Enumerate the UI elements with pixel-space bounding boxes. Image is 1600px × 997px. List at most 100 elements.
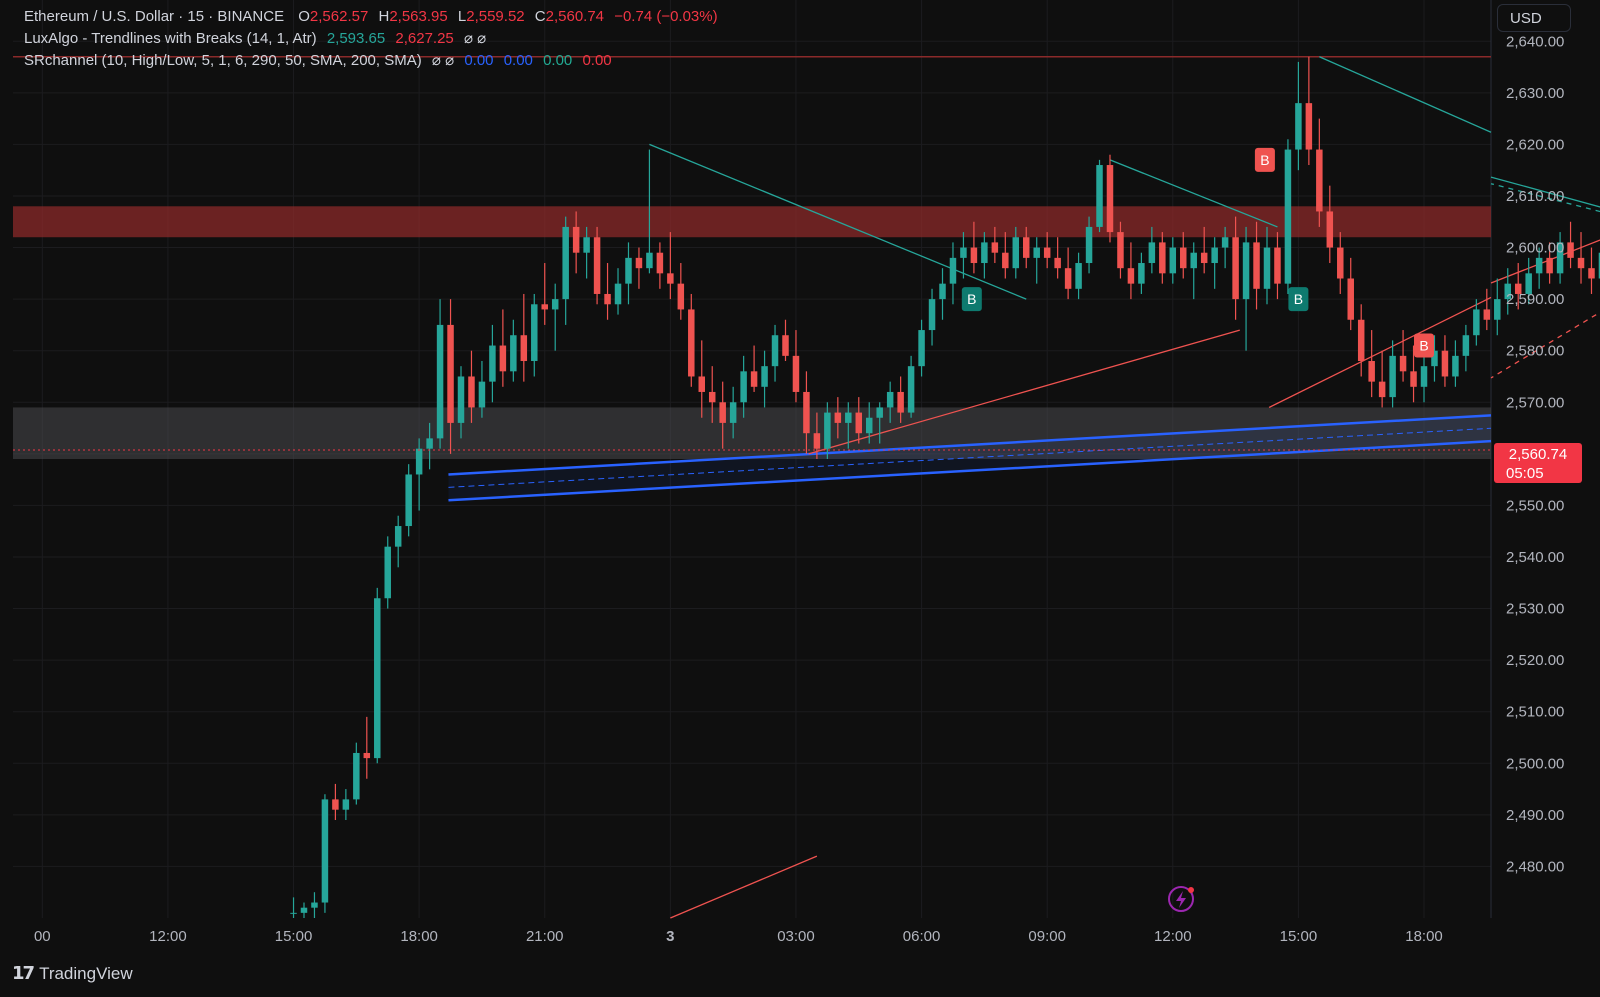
candle-body — [426, 438, 433, 449]
price-chart[interactable]: BBBBB 2,480.002,490.002,500.002,510.002,… — [0, 0, 1600, 997]
candle-body — [981, 242, 988, 264]
candle-body — [593, 237, 601, 294]
close-value: 2,560.74 — [545, 8, 605, 25]
indicator-srchannel-value-3: 0.00 — [543, 52, 573, 69]
candle-body — [1588, 268, 1595, 279]
tradingview-logo-icon: 𝟭𝟳 — [12, 963, 35, 983]
y-tick-label: 2,580.00 — [1506, 343, 1564, 360]
footer-bar: 𝟭𝟳 TradingView — [0, 953, 1600, 997]
candle-body — [1064, 268, 1072, 289]
candle-body — [939, 283, 946, 300]
candle-body — [604, 293, 611, 305]
open-value: 2,562.57 — [309, 8, 369, 25]
candle-body — [708, 391, 716, 403]
indicator-srchannel[interactable]: SRchannel (10, High/Low, 5, 1, 6, 290, 5… — [24, 50, 718, 72]
y-tick-label: 2,600.00 — [1506, 240, 1564, 257]
price-tag: 2,560.74 05:05 — [1494, 443, 1582, 483]
candle-body — [1389, 355, 1396, 398]
candle-body — [1337, 247, 1344, 279]
candle-body — [405, 474, 412, 527]
candle-body — [321, 799, 329, 903]
candle-body — [562, 226, 569, 300]
chart-legend: Ethereum / U.S. Dollar · 15 · BINANCE O2… — [24, 6, 718, 72]
candle-body — [824, 412, 831, 449]
candle-body — [1378, 381, 1386, 398]
candle-body — [1347, 278, 1354, 320]
candle-body — [698, 376, 706, 392]
y-tick-label: 2,480.00 — [1506, 858, 1564, 875]
candle-body — [991, 242, 999, 253]
candle-body — [468, 376, 475, 408]
y-tick-label: 2,620.00 — [1506, 136, 1564, 153]
indicator-srchannel-name: SRchannel (10, High/Low, 5, 1, 6, 290, 5… — [24, 52, 422, 69]
candle-body — [1253, 242, 1260, 289]
high-label: H — [378, 8, 390, 25]
candle-body — [499, 345, 507, 372]
candle-body — [1117, 232, 1124, 269]
symbol-line[interactable]: Ethereum / U.S. Dollar · 15 · BINANCE O2… — [24, 6, 718, 28]
candle-body — [719, 402, 726, 423]
candle-body — [531, 304, 538, 362]
candle-body — [1127, 268, 1135, 284]
candle-body — [1410, 371, 1417, 387]
candle-body — [918, 330, 925, 367]
candle-body — [782, 335, 789, 356]
x-tick-label: 00 — [34, 928, 51, 945]
candle-body — [1242, 242, 1250, 300]
candle-body — [845, 412, 852, 423]
x-tick-label: 21:00 — [526, 928, 564, 945]
candle-body — [1159, 242, 1166, 274]
candle-body — [876, 407, 883, 418]
candle-body — [1033, 247, 1040, 258]
zone-resistance — [13, 206, 1491, 238]
candle-body — [1200, 252, 1208, 264]
break-label-text: B — [967, 291, 976, 307]
y-tick-label: 2,570.00 — [1506, 394, 1564, 411]
change-value: −0.74 (−0.03%) — [614, 8, 718, 25]
candle-body — [374, 598, 381, 759]
candle-body — [855, 412, 863, 434]
candle-body — [1420, 366, 1428, 387]
candle-body — [614, 283, 622, 305]
candle-body — [897, 391, 904, 413]
candle-body — [342, 799, 350, 810]
currency-button[interactable]: USD — [1497, 4, 1571, 32]
candle-body — [646, 252, 653, 269]
trendline — [670, 855, 818, 919]
y-tick-label: 2,550.00 — [1506, 497, 1564, 514]
candle-body — [740, 371, 747, 403]
x-tick-label: 12:00 — [1154, 928, 1192, 945]
indicator-srchannel-value-4: 0.00 — [582, 52, 612, 69]
low-value: 2,559.52 — [466, 8, 525, 25]
candle-body — [541, 304, 548, 310]
candle-body — [635, 257, 643, 269]
trendlines — [649, 56, 1600, 919]
candle-body — [583, 237, 590, 253]
candle-body — [1494, 299, 1501, 320]
candle-body — [353, 752, 360, 800]
y-tick-label: 2,530.00 — [1506, 601, 1564, 618]
x-tick-label: 18:00 — [1405, 928, 1443, 945]
candle-body — [1399, 355, 1407, 372]
candle-body — [1075, 263, 1082, 289]
trendline — [1319, 56, 1492, 133]
symbol-title: Ethereum / U.S. Dollar · 15 · BINANCE — [24, 8, 285, 25]
indicator-luxalgo-name: LuxAlgo - Trendlines with Breaks (14, 1,… — [24, 30, 317, 47]
y-tick-label: 2,610.00 — [1506, 188, 1564, 205]
candle-body — [1043, 247, 1051, 258]
candle-body — [1567, 242, 1574, 258]
candle-body — [384, 546, 391, 599]
open-label: O — [298, 8, 310, 25]
candle-body — [1211, 247, 1218, 264]
candle-body — [1012, 237, 1020, 269]
candle-body — [928, 299, 936, 331]
indicator-luxalgo[interactable]: LuxAlgo - Trendlines with Breaks (14, 1,… — [24, 28, 718, 50]
x-tick-label: 12:00 — [149, 928, 187, 945]
candle-body — [1357, 319, 1365, 362]
candle-body — [447, 324, 454, 423]
tradingview-logo[interactable]: 𝟭𝟳 TradingView — [12, 963, 133, 984]
y-tick-label: 2,640.00 — [1506, 33, 1564, 50]
candle-body — [750, 371, 758, 387]
candle-body — [1190, 252, 1197, 269]
y-tick-label: 2,490.00 — [1506, 807, 1564, 824]
